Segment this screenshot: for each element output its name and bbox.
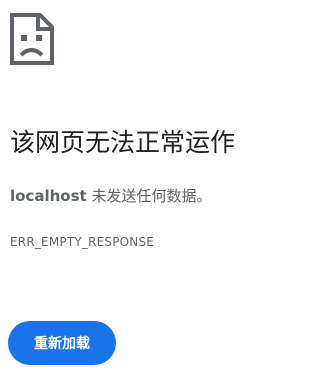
error-headline: 该网页无法正常运作 [10,128,236,157]
error-summary-text: 未发送任何数据。 [86,187,212,205]
reload-button[interactable]: 重新加载 [8,321,116,365]
error-host: localhost [10,187,87,205]
error-code: ERR_EMPTY_RESPONSE [10,235,155,249]
error-summary: localhost 未发送任何数据。 [10,184,211,208]
sad-document-icon [10,13,54,65]
